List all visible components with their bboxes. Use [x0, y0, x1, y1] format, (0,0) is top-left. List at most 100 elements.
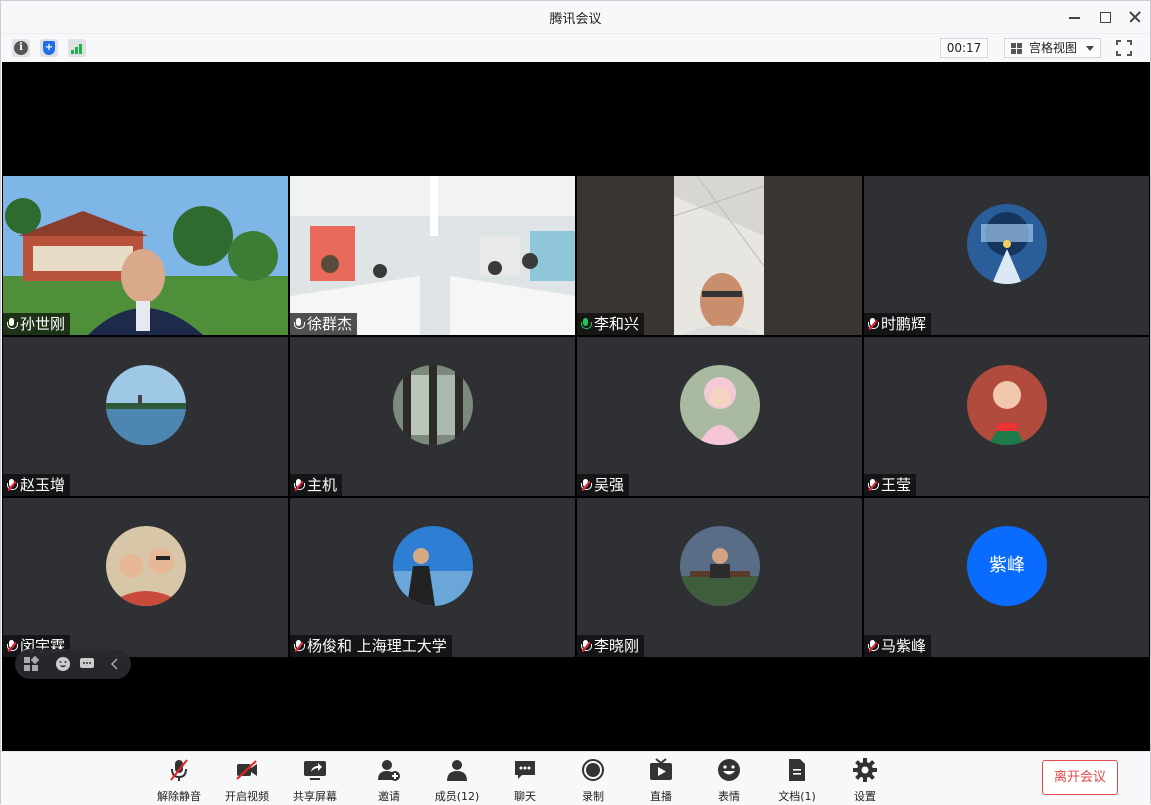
participant-name: 李和兴 [577, 313, 645, 335]
meeting-info-icon[interactable]: i [12, 39, 30, 57]
participant-avatar [393, 365, 473, 445]
participant-name: 李晓刚 [577, 635, 645, 657]
participant-initials-avatar: 紫峰 [967, 526, 1047, 606]
window-title: 腾讯会议 [549, 12, 602, 27]
document-icon [789, 759, 805, 781]
microphone-active-icon [581, 318, 592, 331]
chat-button[interactable]: 聊天 [495, 758, 555, 803]
smiley-icon [718, 759, 740, 781]
participant-avatar [680, 365, 760, 445]
participant-name-text: 时鹏辉 [881, 315, 927, 333]
participant-tile[interactable]: 徐群杰 [290, 176, 575, 335]
participant-avatar [106, 365, 186, 445]
fullscreen-icon[interactable] [1116, 40, 1132, 56]
participant-avatar [106, 526, 186, 606]
chevron-down-icon [1086, 46, 1094, 51]
microphone-icon [7, 318, 18, 331]
close-button[interactable] [1123, 5, 1147, 29]
participant-name-text: 孙世刚 [20, 315, 66, 333]
unmute-button[interactable]: 解除静音 [149, 758, 209, 803]
documents-button[interactable]: 文档(1) [767, 758, 827, 803]
participant-tile[interactable]: 赵玉增 [3, 337, 288, 496]
share-screen-icon [304, 761, 326, 780]
participant-name-text: 杨俊和 上海理工大学 [307, 637, 447, 655]
participant-tile[interactable]: 紫峰 马紫峰 [864, 498, 1149, 657]
start-video-button[interactable]: 开启视频 [217, 758, 277, 803]
participant-tile[interactable]: 王莹 [864, 337, 1149, 496]
participant-name-text: 徐群杰 [307, 315, 353, 333]
reactions-button[interactable]: 表情 [699, 758, 759, 803]
microphone-muted-icon [581, 479, 592, 492]
add-user-icon [378, 760, 400, 781]
participant-name: 马紫峰 [864, 635, 932, 657]
participant-name-text: 赵玉增 [20, 476, 66, 494]
participant-name: 吴强 [577, 474, 630, 496]
participant-name-text: 李晓刚 [594, 637, 640, 655]
participant-name: 时鹏辉 [864, 313, 932, 335]
settings-label: 设置 [854, 790, 876, 803]
microphone-muted-icon [294, 640, 305, 653]
maximize-button[interactable] [1093, 5, 1117, 29]
meeting-toolbar: 解除静音 开启视频 共享屏幕 邀请 成员(12) 聊天 录制 直播 表情 文档(… [1, 751, 1150, 805]
participant-tile[interactable]: 李晓刚 [577, 498, 862, 657]
layout-grid-icon[interactable] [23, 656, 39, 672]
chat-label: 聊天 [514, 790, 536, 803]
security-shield-icon[interactable]: + [40, 39, 58, 57]
participant-video [3, 176, 288, 335]
minimize-button[interactable] [1063, 5, 1087, 29]
microphone-muted-icon [7, 479, 18, 492]
documents-label: 文档(1) [778, 790, 816, 803]
microphone-muted-icon [581, 640, 592, 653]
chat-bubble-icon[interactable] [79, 656, 95, 672]
participant-tile-active-speaker[interactable]: 李和兴 [577, 176, 862, 335]
participant-tile[interactable]: 主机 [290, 337, 575, 496]
participant-avatar [393, 526, 473, 606]
participant-avatar [967, 204, 1047, 284]
participant-name-text: 马紫峰 [881, 637, 927, 655]
participant-tile[interactable]: 吴强 [577, 337, 862, 496]
invite-label: 邀请 [378, 790, 400, 803]
chat-icon [515, 761, 535, 779]
participant-video [290, 176, 575, 335]
settings-button[interactable]: 设置 [835, 758, 895, 803]
meeting-window: 腾讯会议 i + 00:17 宫格视图 孙世刚 徐群杰 李和兴 时鹏辉 赵玉增 … [0, 0, 1151, 805]
participant-name: 杨俊和 上海理工大学 [290, 635, 452, 657]
record-label: 录制 [582, 790, 604, 803]
invite-button[interactable]: 邀请 [359, 758, 419, 803]
floating-quick-bar [15, 649, 131, 679]
unmute-label: 解除静音 [157, 790, 201, 803]
grid-view-icon [1011, 43, 1023, 54]
participant-name: 主机 [290, 474, 343, 496]
emoji-icon[interactable] [55, 656, 71, 672]
view-mode-label: 宫格视图 [1029, 41, 1078, 55]
participant-tile[interactable]: 闵宇霖 [3, 498, 288, 657]
share-screen-label: 共享屏幕 [293, 790, 337, 803]
microphone-muted-icon [868, 479, 879, 492]
microphone-muted-icon [868, 640, 879, 653]
participant-video [577, 176, 862, 335]
view-mode-dropdown[interactable]: 宫格视图 [1004, 38, 1101, 58]
meeting-timer: 00:17 [940, 38, 988, 58]
start-video-label: 开启视频 [225, 790, 269, 803]
live-stream-button[interactable]: 直播 [631, 758, 691, 803]
network-signal-icon[interactable] [68, 39, 86, 57]
camera-off-icon [236, 760, 257, 780]
participant-tile[interactable]: 杨俊和 上海理工大学 [290, 498, 575, 657]
participant-tile[interactable]: 时鹏辉 [864, 176, 1149, 335]
collapse-chevron-left-icon[interactable] [107, 656, 123, 672]
record-icon [582, 759, 604, 781]
participant-name-text: 王莹 [881, 476, 912, 494]
participant-name: 孙世刚 [3, 313, 71, 335]
members-button[interactable]: 成员(12) [427, 758, 487, 803]
participant-name-text: 李和兴 [594, 315, 640, 333]
title-bar: 腾讯会议 [1, 1, 1150, 33]
participant-name-text: 吴强 [594, 476, 625, 494]
share-screen-button[interactable]: 共享屏幕 [285, 758, 345, 803]
participant-name: 赵玉增 [3, 474, 71, 496]
record-button[interactable]: 录制 [563, 758, 623, 803]
participant-avatar [680, 526, 760, 606]
leave-meeting-button[interactable]: 离开会议 [1042, 760, 1118, 795]
participant-tile[interactable]: 孙世刚 [3, 176, 288, 335]
meeting-info-bar: i + 00:17 宫格视图 [1, 33, 1150, 61]
live-tv-icon [650, 758, 672, 780]
